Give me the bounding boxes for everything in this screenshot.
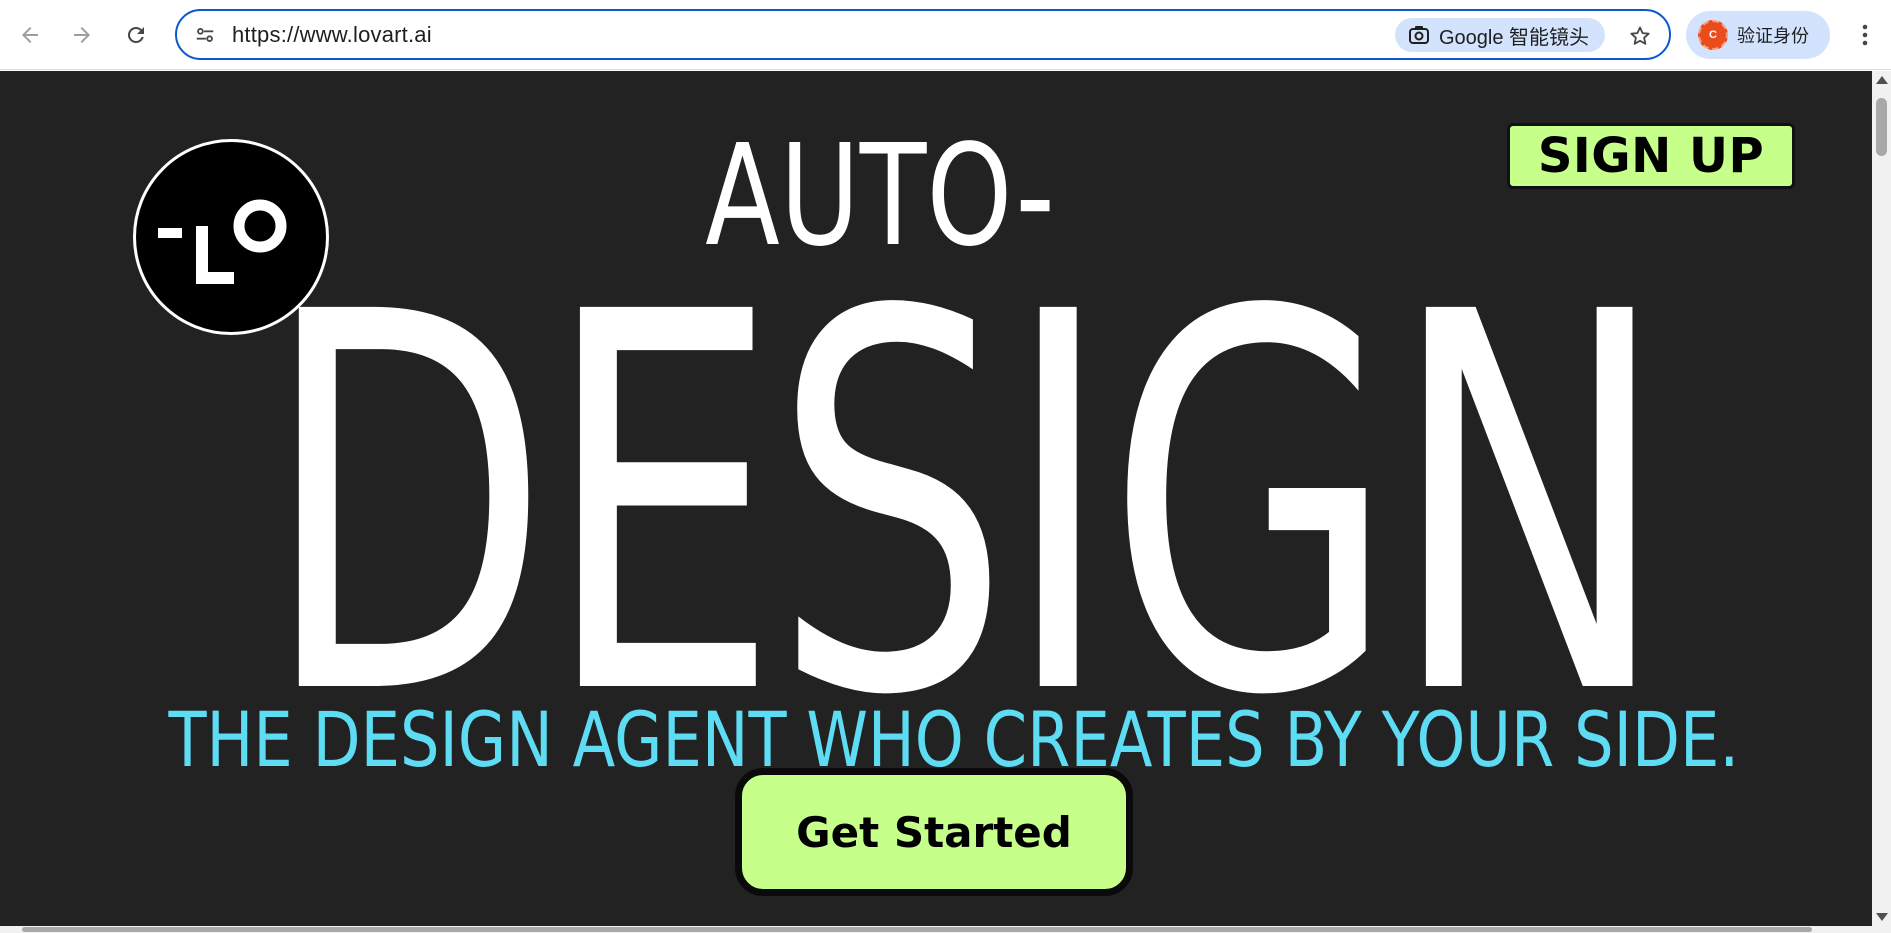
- back-button[interactable]: [12, 17, 48, 53]
- hero-eyebrow: AUTO-: [705, 115, 1055, 278]
- google-lens-button[interactable]: Google 智能镜头: [1395, 18, 1605, 52]
- avatar: C: [1698, 20, 1728, 50]
- scroll-up-arrow-icon[interactable]: [1876, 76, 1888, 84]
- arrow-left-icon: [22, 27, 38, 43]
- logo-mark: [158, 199, 287, 284]
- reload-button[interactable]: [118, 17, 154, 53]
- profile-button[interactable]: C 验证身份: [1686, 11, 1830, 59]
- bookmark-button[interactable]: [1623, 19, 1657, 53]
- site-info-button[interactable]: [191, 21, 219, 49]
- sign-up-button[interactable]: SIGN UP: [1507, 123, 1795, 189]
- arrow-right-icon: [74, 27, 90, 43]
- star-icon: [1630, 26, 1650, 45]
- lens-label: Google 智能镜头: [1439, 26, 1590, 49]
- address-bar[interactable]: https://www.lovart.ai Google 智能镜头: [175, 9, 1671, 60]
- browser-toolbar: https://www.lovart.ai Google 智能镜头 C 验证身份: [0, 0, 1891, 70]
- profile-label: 验证身份: [1737, 26, 1809, 46]
- tune-icon: [196, 28, 214, 42]
- vertical-scroll-thumb[interactable]: [1876, 98, 1887, 156]
- horizontal-scroll-thumb[interactable]: [22, 927, 1812, 932]
- horizontal-scrollbar[interactable]: [0, 926, 1891, 933]
- hero-headline: DESIGN: [262, 203, 1669, 809]
- three-dot-menu-icon: [1862, 24, 1868, 46]
- forward-button[interactable]: [64, 17, 100, 53]
- browser-menu-button[interactable]: [1848, 17, 1882, 53]
- lovart-hero-page: DESIGN AUTO- SIGN UP THE DESIGN AGENT WH…: [0, 71, 1872, 926]
- reload-icon: [127, 26, 144, 43]
- camera-lens-icon: [1409, 26, 1429, 44]
- lovart-logo[interactable]: [133, 139, 329, 335]
- url-text[interactable]: https://www.lovart.ai: [232, 22, 432, 48]
- vertical-scrollbar[interactable]: [1872, 71, 1891, 926]
- get-started-button[interactable]: Get Started: [735, 768, 1133, 896]
- scroll-down-arrow-icon[interactable]: [1876, 913, 1888, 921]
